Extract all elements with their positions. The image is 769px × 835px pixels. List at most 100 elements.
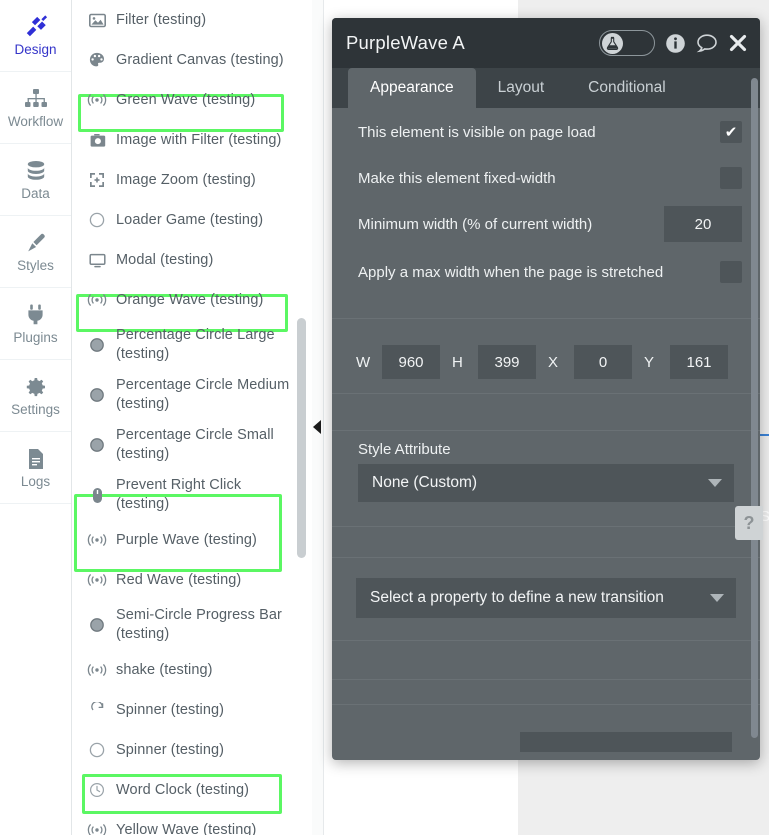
tab-layout[interactable]: Layout: [476, 68, 567, 108]
editor-window: ew S Design: [0, 0, 769, 835]
list-item-label: Percentage Circle Small (testing): [116, 427, 274, 462]
transition-select[interactable]: Select a property to define a new transi…: [356, 578, 736, 618]
list-item-gradient-canvas[interactable]: Gradient Canvas (testing): [72, 40, 312, 80]
dimension-h: H 399: [452, 345, 536, 379]
rail-item-styles[interactable]: Styles: [0, 216, 71, 288]
list-item-percentage-circle-small[interactable]: Percentage Circle Small (testing): [72, 420, 312, 470]
rail-label: Settings: [11, 401, 60, 417]
list-item-purple-wave[interactable]: Purple Wave (testing): [72, 520, 312, 560]
y-input[interactable]: 161: [670, 345, 728, 379]
list-item-loader-game[interactable]: Loader Game (testing): [72, 200, 312, 240]
list-item-image-zoom[interactable]: Image Zoom (testing): [72, 160, 312, 200]
row-max-width: Apply a max width when the page is stret…: [332, 248, 760, 296]
tab-conditional[interactable]: Conditional: [566, 68, 688, 108]
max-width-checkbox[interactable]: ✔: [720, 261, 742, 283]
list-item-orange-wave[interactable]: Orange Wave (testing): [72, 280, 312, 320]
wave-icon: [84, 820, 110, 835]
info-icon[interactable]: [665, 33, 686, 54]
style-attribute-value: None (Custom): [372, 474, 478, 491]
list-item-label: Semi-Circle Progress Bar (testing): [116, 607, 282, 642]
list-item-label: Green Wave (testing): [116, 91, 256, 108]
list-item-semi-circle-progress-bar[interactable]: Semi-Circle Progress Bar (testing): [72, 600, 312, 650]
list-item-label: Gradient Canvas (testing): [116, 51, 284, 68]
list-item-green-wave[interactable]: Green Wave (testing): [72, 80, 312, 120]
circle-icon: [84, 210, 110, 230]
height-input[interactable]: 399: [478, 345, 536, 379]
list-item-percentage-circle-medium[interactable]: Percentage Circle Medium (testing): [72, 370, 312, 420]
image-filter-icon: [84, 130, 110, 150]
bottom-control-stub[interactable]: [520, 732, 732, 752]
primary-nav-rail: Design Workflow Data Styles Plugins Sett…: [0, 0, 72, 835]
list-item-percentage-circle-large[interactable]: Percentage Circle Large (testing): [72, 320, 312, 370]
list-item-label: Modal (testing): [116, 251, 214, 268]
rail-label: Data: [21, 185, 50, 201]
fixed-width-label: Make this element fixed-width: [358, 169, 556, 187]
styles-icon: [24, 231, 48, 255]
x-input[interactable]: 0: [574, 345, 632, 379]
list-item-shake[interactable]: shake (testing): [72, 650, 312, 690]
clock-icon: [84, 780, 110, 800]
dialog-scrollbar[interactable]: [751, 78, 758, 738]
tab-label: Appearance: [370, 79, 454, 96]
dialog-body: This element is visible on page load ✔ M…: [332, 108, 760, 760]
visible-on-load-checkbox[interactable]: ✔: [720, 121, 742, 143]
list-item-image-with-filter[interactable]: Image with Filter (testing): [72, 120, 312, 160]
list-item-label: Red Wave (testing): [116, 571, 242, 588]
style-attribute-select[interactable]: None (Custom): [358, 464, 734, 502]
close-icon[interactable]: [728, 33, 748, 53]
rail-label: Plugins: [13, 329, 58, 345]
rail-item-plugins[interactable]: Plugins: [0, 288, 71, 360]
list-item-modal[interactable]: Modal (testing): [72, 240, 312, 280]
rail-label: Styles: [17, 257, 54, 273]
element-list-scrollbar[interactable]: [297, 318, 306, 558]
rail-item-data[interactable]: Data: [0, 144, 71, 216]
rail-label: Design: [14, 41, 57, 57]
wave-icon: [84, 90, 110, 110]
minimum-width-input[interactable]: 20: [664, 206, 742, 242]
fixed-width-checkbox[interactable]: ✔: [720, 167, 742, 189]
flask-icon: [602, 32, 623, 54]
list-item-filter[interactable]: Filter (testing): [72, 0, 312, 40]
property-inspector-dialog: PurpleWave A Appearance Layout Condition…: [332, 18, 760, 760]
help-button[interactable]: ?: [735, 506, 763, 540]
list-item-red-wave[interactable]: Red Wave (testing): [72, 560, 312, 600]
monitor-icon: [84, 250, 110, 270]
chevron-down-icon: [708, 479, 722, 487]
tab-appearance[interactable]: Appearance: [348, 68, 476, 108]
comment-icon[interactable]: [696, 33, 718, 53]
mouse-icon: [84, 485, 110, 505]
collapse-panel-button[interactable]: [311, 419, 323, 435]
rail-item-logs[interactable]: Logs: [0, 432, 71, 504]
list-item-label: Filter (testing): [116, 11, 207, 28]
list-item-label: Percentage Circle Large (testing): [116, 327, 275, 362]
list-item-spinner-2[interactable]: Spinner (testing): [72, 730, 312, 770]
chevron-down-icon: [710, 594, 724, 602]
dialog-tabs: Appearance Layout Conditional: [332, 68, 760, 108]
design-icon: [23, 15, 49, 39]
list-item-spinner-1[interactable]: Spinner (testing): [72, 690, 312, 730]
rail-item-workflow[interactable]: Workflow: [0, 72, 71, 144]
list-item-prevent-right-click[interactable]: Prevent Right Click (testing): [72, 470, 312, 520]
tab-label: Conditional: [588, 79, 666, 96]
width-input[interactable]: 960: [382, 345, 440, 379]
list-item-word-clock[interactable]: Word Clock (testing): [72, 770, 312, 810]
list-item-yellow-wave[interactable]: Yellow Wave (testing): [72, 810, 312, 835]
list-item-label: Spinner (testing): [116, 741, 225, 758]
rail-item-design[interactable]: Design: [0, 0, 71, 72]
plugins-icon: [25, 303, 47, 327]
palette-icon: [84, 50, 110, 70]
list-item-label: Percentage Circle Medium (testing): [116, 377, 290, 412]
element-list-panel: Filter (testing) Gradient Canvas (testin…: [72, 0, 312, 835]
filled-circle-icon: [84, 615, 110, 635]
rail-item-settings[interactable]: Settings: [0, 360, 71, 432]
filled-circle-icon: [84, 435, 110, 455]
dimension-x: X 0: [548, 345, 632, 379]
workflow-icon: [24, 87, 48, 111]
minimum-width-label: Minimum width (% of current width): [358, 215, 593, 233]
experiment-toggle[interactable]: [599, 30, 655, 56]
